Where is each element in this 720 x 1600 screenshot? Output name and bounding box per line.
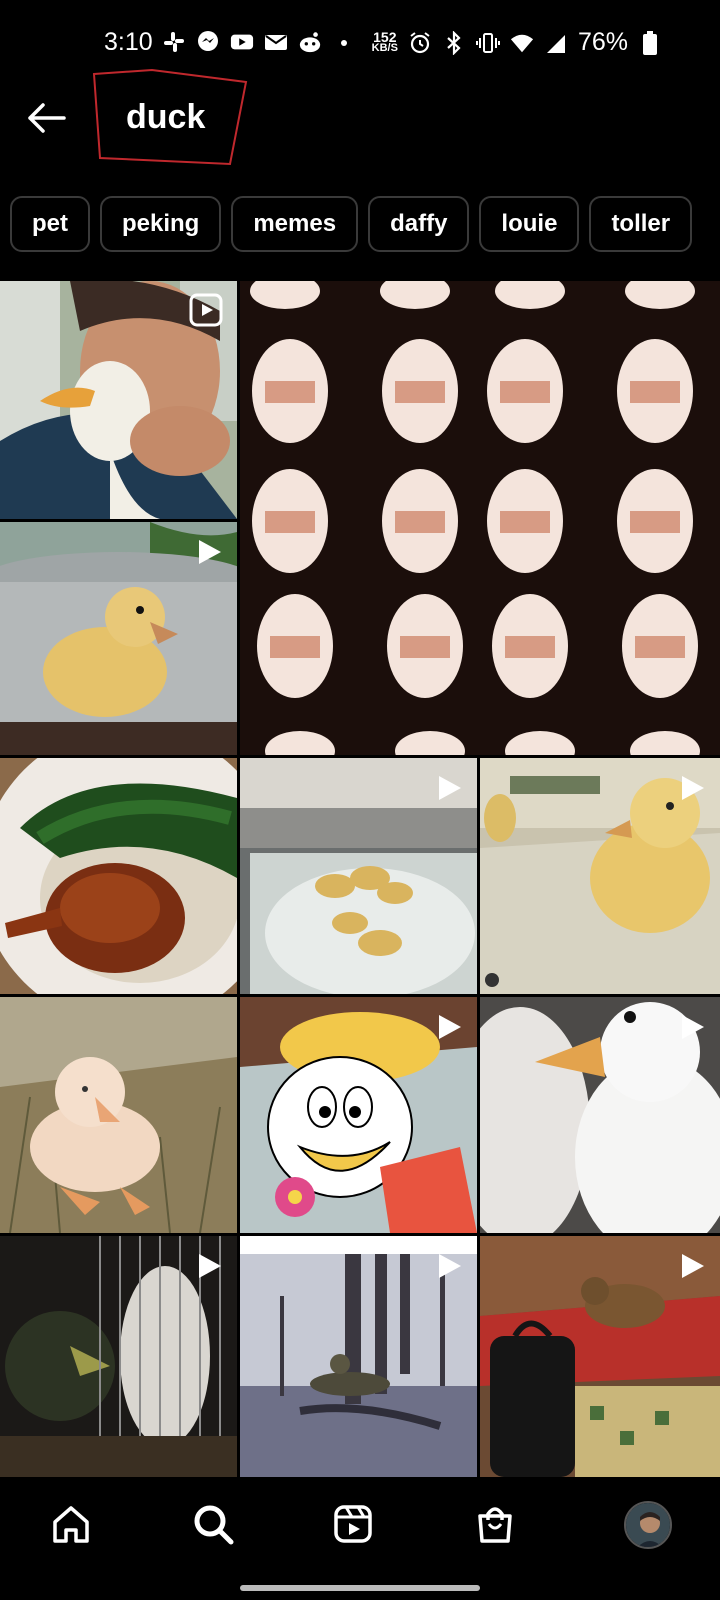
result-tile-man-holding-white-duck[interactable] <box>0 281 237 519</box>
result-tile-duck-on-bag[interactable] <box>480 1236 720 1477</box>
play-icon <box>682 1254 704 1278</box>
nav-search[interactable] <box>188 1499 238 1549</box>
chip-memes[interactable]: memes <box>231 196 359 252</box>
play-icon <box>439 1015 461 1039</box>
play-icon <box>682 776 704 800</box>
dot-icon <box>332 30 356 54</box>
nav-profile-avatar[interactable] <box>624 1501 672 1549</box>
play-icon <box>199 540 221 564</box>
system-icons: 152 KB/S 76% <box>372 28 662 57</box>
battery-icon <box>638 30 662 55</box>
play-icon <box>199 1254 221 1278</box>
result-tile-ducklings-in-bathtub[interactable] <box>240 758 477 994</box>
home-icon <box>53 1506 89 1543</box>
back-button[interactable] <box>22 96 70 140</box>
result-tile-ducks-behind-fence[interactable] <box>0 1236 237 1477</box>
signal-icon <box>544 31 568 55</box>
result-tile-duckling-on-metal-bowl[interactable] <box>0 522 237 755</box>
chip-pet[interactable]: pet <box>10 196 90 252</box>
result-tile-roast-duck-meal[interactable] <box>0 758 237 994</box>
search-icon <box>194 1505 234 1545</box>
bluetooth-icon <box>442 30 466 55</box>
results-grid <box>0 281 720 1477</box>
play-icon <box>439 776 461 800</box>
back-arrow-icon <box>28 103 66 133</box>
result-tile-white-duck-closeup[interactable] <box>480 997 720 1233</box>
reel-icon <box>189 293 223 327</box>
result-tile-fluffy-duckling-in-grass[interactable] <box>0 997 237 1233</box>
fluffy-duckling-thumbnail <box>0 997 237 1233</box>
network-speed: 152 KB/S <box>371 28 398 54</box>
speed-unit: KB/S <box>371 41 398 54</box>
play-icon <box>439 1254 461 1278</box>
bottom-navigation <box>0 1477 720 1600</box>
result-tile-large-pattern-video[interactable] <box>240 281 720 755</box>
messenger-icon <box>196 30 220 54</box>
vibrate-icon <box>475 31 500 55</box>
status-time: 3:10 <box>104 28 153 56</box>
alarm-icon <box>408 31 432 55</box>
nav-home[interactable] <box>46 1499 96 1549</box>
home-indicator[interactable] <box>240 1585 480 1591</box>
wifi-icon <box>510 31 534 55</box>
result-tile-cartoon-duck-character[interactable] <box>240 997 477 1233</box>
chip-toller[interactable]: toller <box>589 196 693 252</box>
result-tile-hunter-in-swamp[interactable] <box>240 1236 477 1477</box>
chip-louie[interactable]: louie <box>479 196 580 252</box>
battery-percent: 76% <box>577 28 628 56</box>
mail-icon <box>264 30 288 54</box>
nav-reels[interactable] <box>328 1499 378 1549</box>
profile-avatar <box>626 1503 670 1547</box>
slack-icon <box>162 30 186 54</box>
chip-daffy[interactable]: daffy <box>368 196 470 252</box>
nav-shop[interactable] <box>470 1499 520 1549</box>
roast-duck-thumbnail <box>0 758 237 994</box>
pattern-video-thumbnail <box>240 281 720 755</box>
play-icon <box>682 1015 704 1039</box>
shop-icon <box>478 1507 512 1543</box>
search-query-text[interactable]: duck <box>126 98 205 137</box>
youtube-icon <box>230 30 254 54</box>
search-header: duck <box>0 68 720 178</box>
result-tile-duckling-in-water[interactable] <box>480 758 720 994</box>
reels-icon <box>334 1505 372 1543</box>
notification-icons <box>162 30 356 54</box>
reddit-icon <box>298 30 322 54</box>
speed-value: 152 <box>373 28 397 45</box>
related-search-chips: pet peking memes daffy louie toller <box>10 196 720 252</box>
chip-peking[interactable]: peking <box>100 196 222 252</box>
